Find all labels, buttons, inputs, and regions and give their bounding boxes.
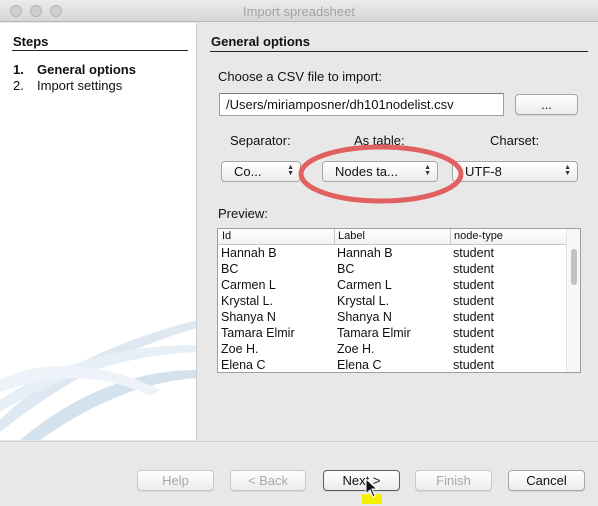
table-header: Id Label node-type [218,229,568,245]
table-cell: Shanya N [337,310,392,324]
table-cell: Elena C [221,358,266,372]
next-button[interactable]: Next > [323,470,400,491]
charset-select[interactable]: UTF-8 ▲ ▼ [452,161,578,182]
table-row[interactable]: BC BC student [218,262,568,278]
step-general-options: 1. General options [13,62,136,77]
main-heading: General options [211,34,310,49]
table-cell: BC [337,262,355,276]
separator-select[interactable]: Co... ▲ ▼ [221,161,301,182]
table-row[interactable]: Krystal L. Krystal L. student [218,294,568,310]
step-label: Import settings [37,78,123,93]
table-cell: Krystal L. [221,294,274,308]
table-row[interactable]: Tamara Elmir Tamara Elmir student [218,326,568,342]
preview-table[interactable]: Id Label node-type Hannah B Hannah B stu… [217,228,581,373]
charset-value: UTF-8 [465,164,502,179]
updown-arrows-icon: ▲ ▼ [287,164,294,177]
window-title: Import spreadsheet [242,4,355,19]
separator-value: Co... [234,164,262,179]
step-number: 1. [13,62,24,77]
updown-arrows-icon: ▲ ▼ [564,164,571,177]
preview-label: Preview: [218,206,268,221]
table-cell: student [453,326,495,340]
step-import-settings: 2. Import settings [13,78,122,93]
table-cell: student [453,262,495,276]
help-button[interactable]: Help [137,470,214,491]
steps-heading: Steps [13,34,49,49]
file-path-field[interactable]: /Users/miriamposner/dh101nodelist.csv [219,93,504,116]
steps-panel: Steps 1. General options 2. Import setting… [0,23,197,440]
table-cell: Hannah B [337,246,393,260]
main-divider [210,51,588,52]
table-cell: Krystal L. [337,294,390,308]
footer-divider [0,441,598,442]
table-cell: Zoe H. [221,342,259,356]
step-label: General options [37,62,136,77]
scrollbar-thumb[interactable] [571,249,577,285]
column-header[interactable]: Label [334,230,365,242]
finish-button[interactable]: Finish [415,470,492,491]
browse-button[interactable]: ... [515,94,578,115]
step-number: 2. [13,78,24,93]
table-cell: Tamara Elmir [337,326,411,340]
highlight-ring-annotation [298,144,464,204]
table-cell: Carmen L [221,278,276,292]
table-cell: BC [221,262,239,276]
title-bar: Import spreadsheet [0,0,598,22]
table-row[interactable]: Shanya N Shanya N student [218,310,568,326]
table-cell: Shanya N [221,310,276,324]
table-row[interactable]: Elena C Elena C student [218,358,568,372]
table-cell: student [453,278,495,292]
table-cell: Zoe H. [337,342,375,356]
vertical-scrollbar[interactable] [566,229,580,372]
table-cell: Elena C [337,358,382,372]
back-button[interactable]: < Back [230,470,306,491]
column-header[interactable]: Id [218,230,231,242]
table-cell: student [453,294,495,308]
table-cell: student [453,246,495,260]
table-row[interactable]: Zoe H. Zoe H. student [218,342,568,358]
table-cell: student [453,358,495,372]
table-cell: student [453,310,495,324]
table-cell: Tamara Elmir [221,326,295,340]
table-cell: Carmen L [337,278,392,292]
separator-label: Separator: [230,133,291,148]
charset-label: Charset: [490,133,540,148]
steps-divider [12,50,188,51]
table-row[interactable]: Hannah B Hannah B student [218,246,568,262]
table-cell: Hannah B [221,246,277,260]
column-header[interactable]: node-type [450,230,503,242]
cancel-button[interactable]: Cancel [508,470,585,491]
file-label: Choose a CSV file to import: [218,69,383,84]
table-cell: student [453,342,495,356]
decorative-swoosh-graphic [0,320,196,440]
mouse-pointer-icon [365,478,379,498]
table-row[interactable]: Carmen L Carmen L student [218,278,568,294]
